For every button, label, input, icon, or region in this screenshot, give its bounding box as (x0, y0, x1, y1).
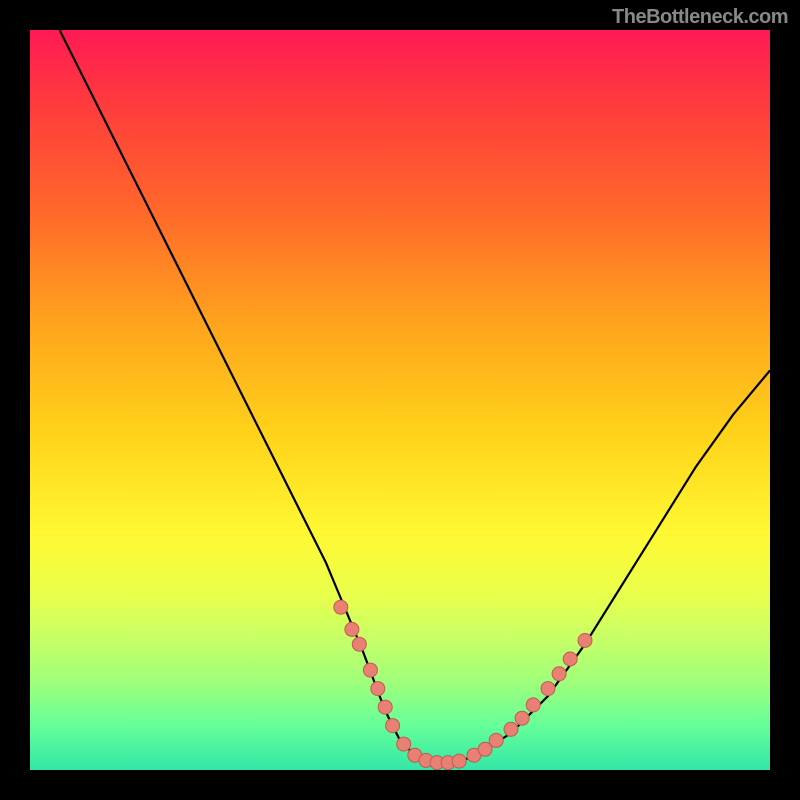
highlight-dot (345, 622, 359, 636)
highlight-dot (334, 600, 348, 614)
highlight-dot (504, 722, 518, 736)
highlight-dot (541, 682, 555, 696)
highlight-dot (352, 637, 366, 651)
highlight-dot (371, 682, 385, 696)
highlight-dot (489, 733, 503, 747)
highlight-dot (378, 700, 392, 714)
highlight-dot (363, 663, 377, 677)
attribution-text: TheBottleneck.com (612, 6, 788, 29)
highlight-dot (552, 667, 566, 681)
highlight-dot (526, 698, 540, 712)
curve-svg (30, 30, 770, 770)
bottleneck-curve (60, 30, 770, 763)
highlight-dot (452, 754, 466, 768)
plot-area (30, 30, 770, 770)
highlight-dots (334, 600, 592, 769)
highlight-dot (397, 737, 411, 751)
chart-container: TheBottleneck.com (0, 0, 800, 800)
highlight-dot (563, 652, 577, 666)
highlight-dot (515, 711, 529, 725)
highlight-dot (578, 634, 592, 648)
highlight-dot (386, 719, 400, 733)
